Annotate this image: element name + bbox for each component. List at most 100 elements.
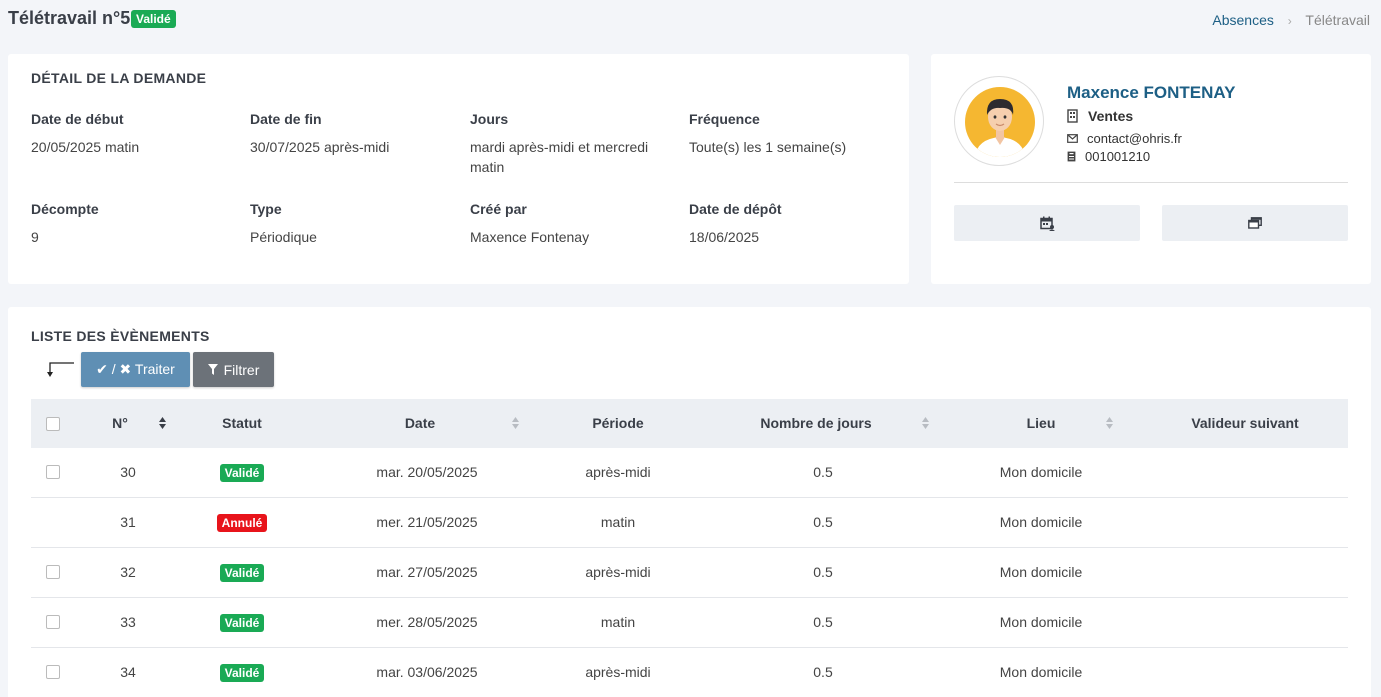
employee-profile-card: Maxence FONTENAY Ventes contact@ohris.fr… [931,54,1371,284]
table-row[interactable]: 30 Validé mar. 20/05/2025 après-midi 0.5… [31,448,1348,498]
field-label: Date de dépôt [689,201,782,217]
column-header-period: Période [592,415,644,431]
cell-date: mer. 28/05/2025 [376,614,478,630]
employee-calendar-button[interactable] [954,205,1140,241]
column-header-number[interactable]: N° [85,399,155,448]
field-label: Type [250,201,282,217]
column-header-place[interactable]: Lieu [991,399,1091,448]
breadcrumb-link-absences[interactable]: Absences [1212,12,1273,28]
field-label: Date de début [31,111,124,127]
field-value: 9 [31,229,39,245]
avatar [954,76,1044,166]
field-value: 30/07/2025 après-midi [250,139,390,155]
row-status-badge: Annulé [216,514,268,533]
field-start-date: Date de début 20/05/2025 matin [31,111,231,157]
employee-id: 001001210 [1085,149,1151,164]
table-row[interactable]: 32 Validé mar. 27/05/2025 après-midi 0.5… [31,548,1348,598]
field-created-by: Créé par Maxence Fontenay [470,201,670,247]
field-days: Jours mardi après-midi et mercredi matin [470,111,660,177]
status-badge: Validé [131,10,176,28]
field-label: Jours [470,111,509,127]
cell-date: mer. 21/05/2025 [376,514,478,530]
cell-number: 30 [120,464,136,480]
field-label: Date de fin [250,111,322,127]
cell-next-validator [1160,648,1330,697]
row-checkbox[interactable] [46,615,60,629]
avatar-illustration [965,87,1035,157]
envelope-icon [1067,134,1078,143]
corner-down-left-arrow-icon [47,362,74,377]
building-icon [1067,109,1078,123]
sort-icon[interactable] [159,417,166,429]
row-checkbox[interactable] [46,665,60,679]
cell-status: Validé [207,598,277,647]
department: Ventes [1088,108,1134,124]
cell-next-validator [1160,548,1330,597]
employee-windows-button[interactable] [1162,205,1348,241]
select-all-checkbox[interactable] [46,417,60,431]
events-table-header: N° Statut Date Période Nombre de jours L… [31,399,1348,448]
field-submission-date: Date de dépôt 18/06/2025 [689,201,889,247]
filter-button[interactable]: Filtrer [193,352,274,387]
field-frequency: Fréquence Toute(s) les 1 semaine(s) [689,111,889,157]
cell-period: matin [600,514,636,530]
field-count: Décompte 9 [31,201,231,247]
cell-number: 33 [120,614,136,630]
traiter-button[interactable]: ✔ / ✖ Traiter [81,352,190,387]
cell-period: après-midi [585,464,651,480]
sort-icon[interactable] [1106,417,1113,429]
field-value: 20/05/2025 matin [31,139,140,155]
sort-icon[interactable] [922,417,929,429]
detail-section-title: DÉTAIL DE LA DEMANDE [31,70,207,86]
sort-icon[interactable] [512,417,519,429]
row-status-badge: Validé [219,614,265,633]
cell-place: Mon domicile [999,664,1083,680]
row-checkbox[interactable] [46,565,60,579]
cell-number: 31 [120,514,136,530]
divider [954,182,1348,183]
table-row[interactable]: 34 Validé mar. 03/06/2025 après-midi 0.5… [31,648,1348,697]
cell-date: mar. 20/05/2025 [376,464,478,480]
cell-number: 32 [120,564,136,580]
cell-next-validator [1160,498,1330,547]
row-status-badge: Validé [219,464,265,483]
field-label: Fréquence [689,111,760,127]
row-status-badge: Validé [219,664,265,683]
traiter-label: ✔ / ✖ Traiter [96,361,175,377]
table-row[interactable]: 31 Annulé mer. 21/05/2025 matin 0.5 Mon … [31,498,1348,548]
events-list-card: LISTE DES ÈVÈNEMENTS ✔ / ✖ Traiter Filtr… [8,307,1371,697]
cell-date: mar. 03/06/2025 [376,664,478,680]
cell-number: 34 [120,664,136,680]
field-end-date: Date de fin 30/07/2025 après-midi [250,111,450,157]
field-value: Maxence Fontenay [470,229,590,245]
table-row[interactable]: 33 Validé mer. 28/05/2025 matin 0.5 Mon … [31,598,1348,648]
cell-date: mar. 27/05/2025 [376,564,478,580]
field-label: Décompte [31,201,99,217]
page-title: Télétravail n°5 [8,8,131,28]
field-label: Créé par [470,201,527,217]
column-header-day-count[interactable]: Nombre de jours [731,399,901,448]
cell-next-validator [1160,598,1330,647]
field-value: mardi après-midi et mercredi matin [470,139,649,175]
row-status-badge: Validé [219,564,265,583]
department-line: Ventes [1067,108,1133,124]
cell-status: Validé [207,648,277,697]
employee-name[interactable]: Maxence FONTENAY [1067,83,1235,103]
filter-icon [207,364,218,375]
column-header-date[interactable]: Date [370,399,470,448]
cell-place: Mon domicile [999,514,1083,530]
email[interactable]: contact@ohris.fr [1087,131,1182,146]
cell-status: Validé [207,448,277,497]
column-header-next-validator: Valideur suivant [1191,415,1299,431]
row-checkbox[interactable] [46,465,60,479]
cell-next-validator [1160,448,1330,497]
cell-period: après-midi [585,564,651,580]
windows-icon [1248,217,1262,229]
cell-place: Mon domicile [999,614,1083,630]
field-value: Toute(s) les 1 semaine(s) [689,139,847,155]
cell-place: Mon domicile [999,464,1083,480]
cell-place: Mon domicile [999,564,1083,580]
cell-day-count: 0.5 [813,514,833,530]
employee-id-line: 001001210 [1067,149,1150,164]
cell-day-count: 0.5 [813,464,833,480]
